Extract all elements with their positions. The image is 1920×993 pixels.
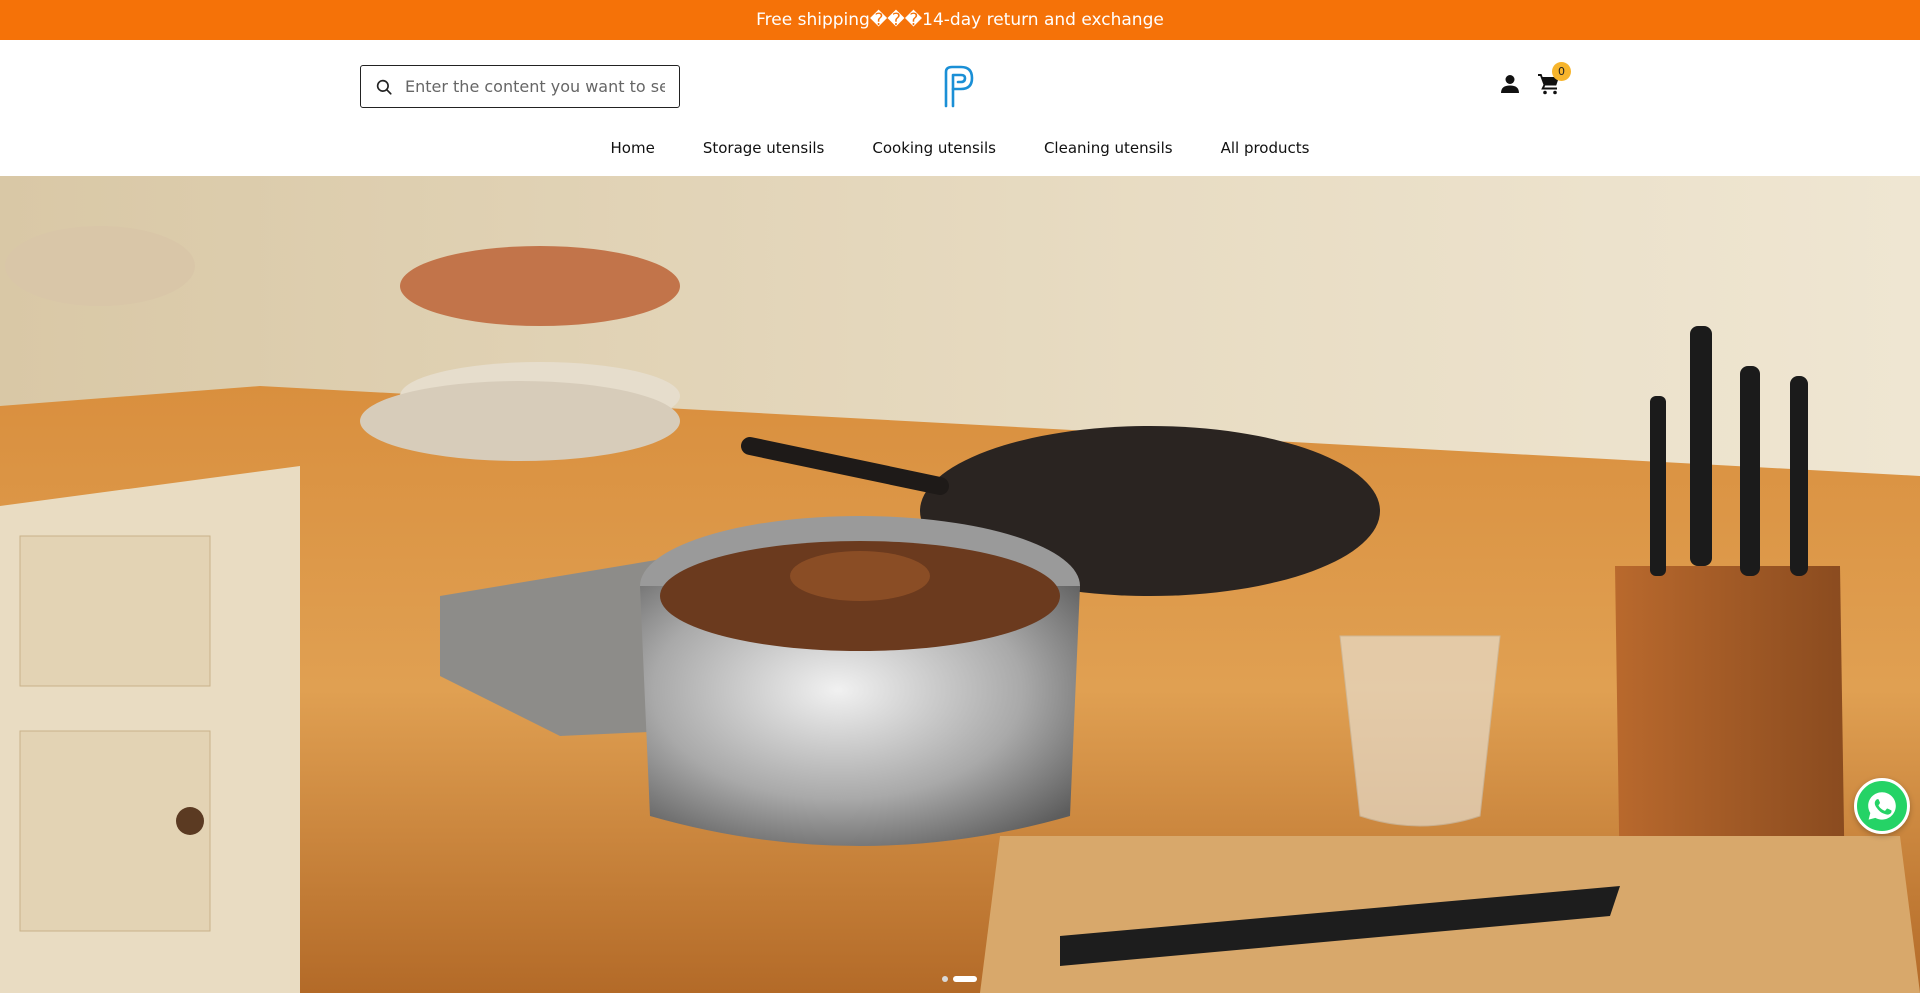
brand-logo-icon[interactable] bbox=[941, 64, 977, 108]
hero-banner[interactable] bbox=[0, 176, 1920, 993]
slider-dot-2-active[interactable] bbox=[953, 976, 977, 982]
nav-item-cleaning-utensils[interactable]: Cleaning utensils bbox=[1020, 134, 1197, 162]
announcement-bar: Free shipping���14-day return and exchan… bbox=[0, 0, 1920, 40]
search-input[interactable] bbox=[405, 77, 665, 96]
user-icon[interactable] bbox=[1498, 72, 1522, 96]
whatsapp-button[interactable] bbox=[1854, 778, 1910, 834]
main-nav: Home Storage utensils Cooking utensils C… bbox=[0, 134, 1920, 162]
announcement-text: Free shipping���14-day return and exchan… bbox=[756, 10, 1164, 30]
cart-count-badge: 0 bbox=[1552, 62, 1571, 81]
nav-item-all-products[interactable]: All products bbox=[1197, 134, 1334, 162]
slider-dot-1[interactable] bbox=[942, 976, 948, 982]
search-icon bbox=[376, 79, 392, 95]
nav-item-home[interactable]: Home bbox=[587, 134, 679, 162]
nav-item-cooking-utensils[interactable]: Cooking utensils bbox=[848, 134, 1020, 162]
whatsapp-icon bbox=[1868, 792, 1896, 820]
kitchen-countertop-photo bbox=[0, 176, 1920, 993]
search-box[interactable] bbox=[360, 65, 680, 108]
slider-dots bbox=[942, 976, 977, 982]
nav-item-storage-utensils[interactable]: Storage utensils bbox=[679, 134, 849, 162]
site-header: 0 Home Storage utensils Cooking utensils… bbox=[0, 40, 1920, 176]
